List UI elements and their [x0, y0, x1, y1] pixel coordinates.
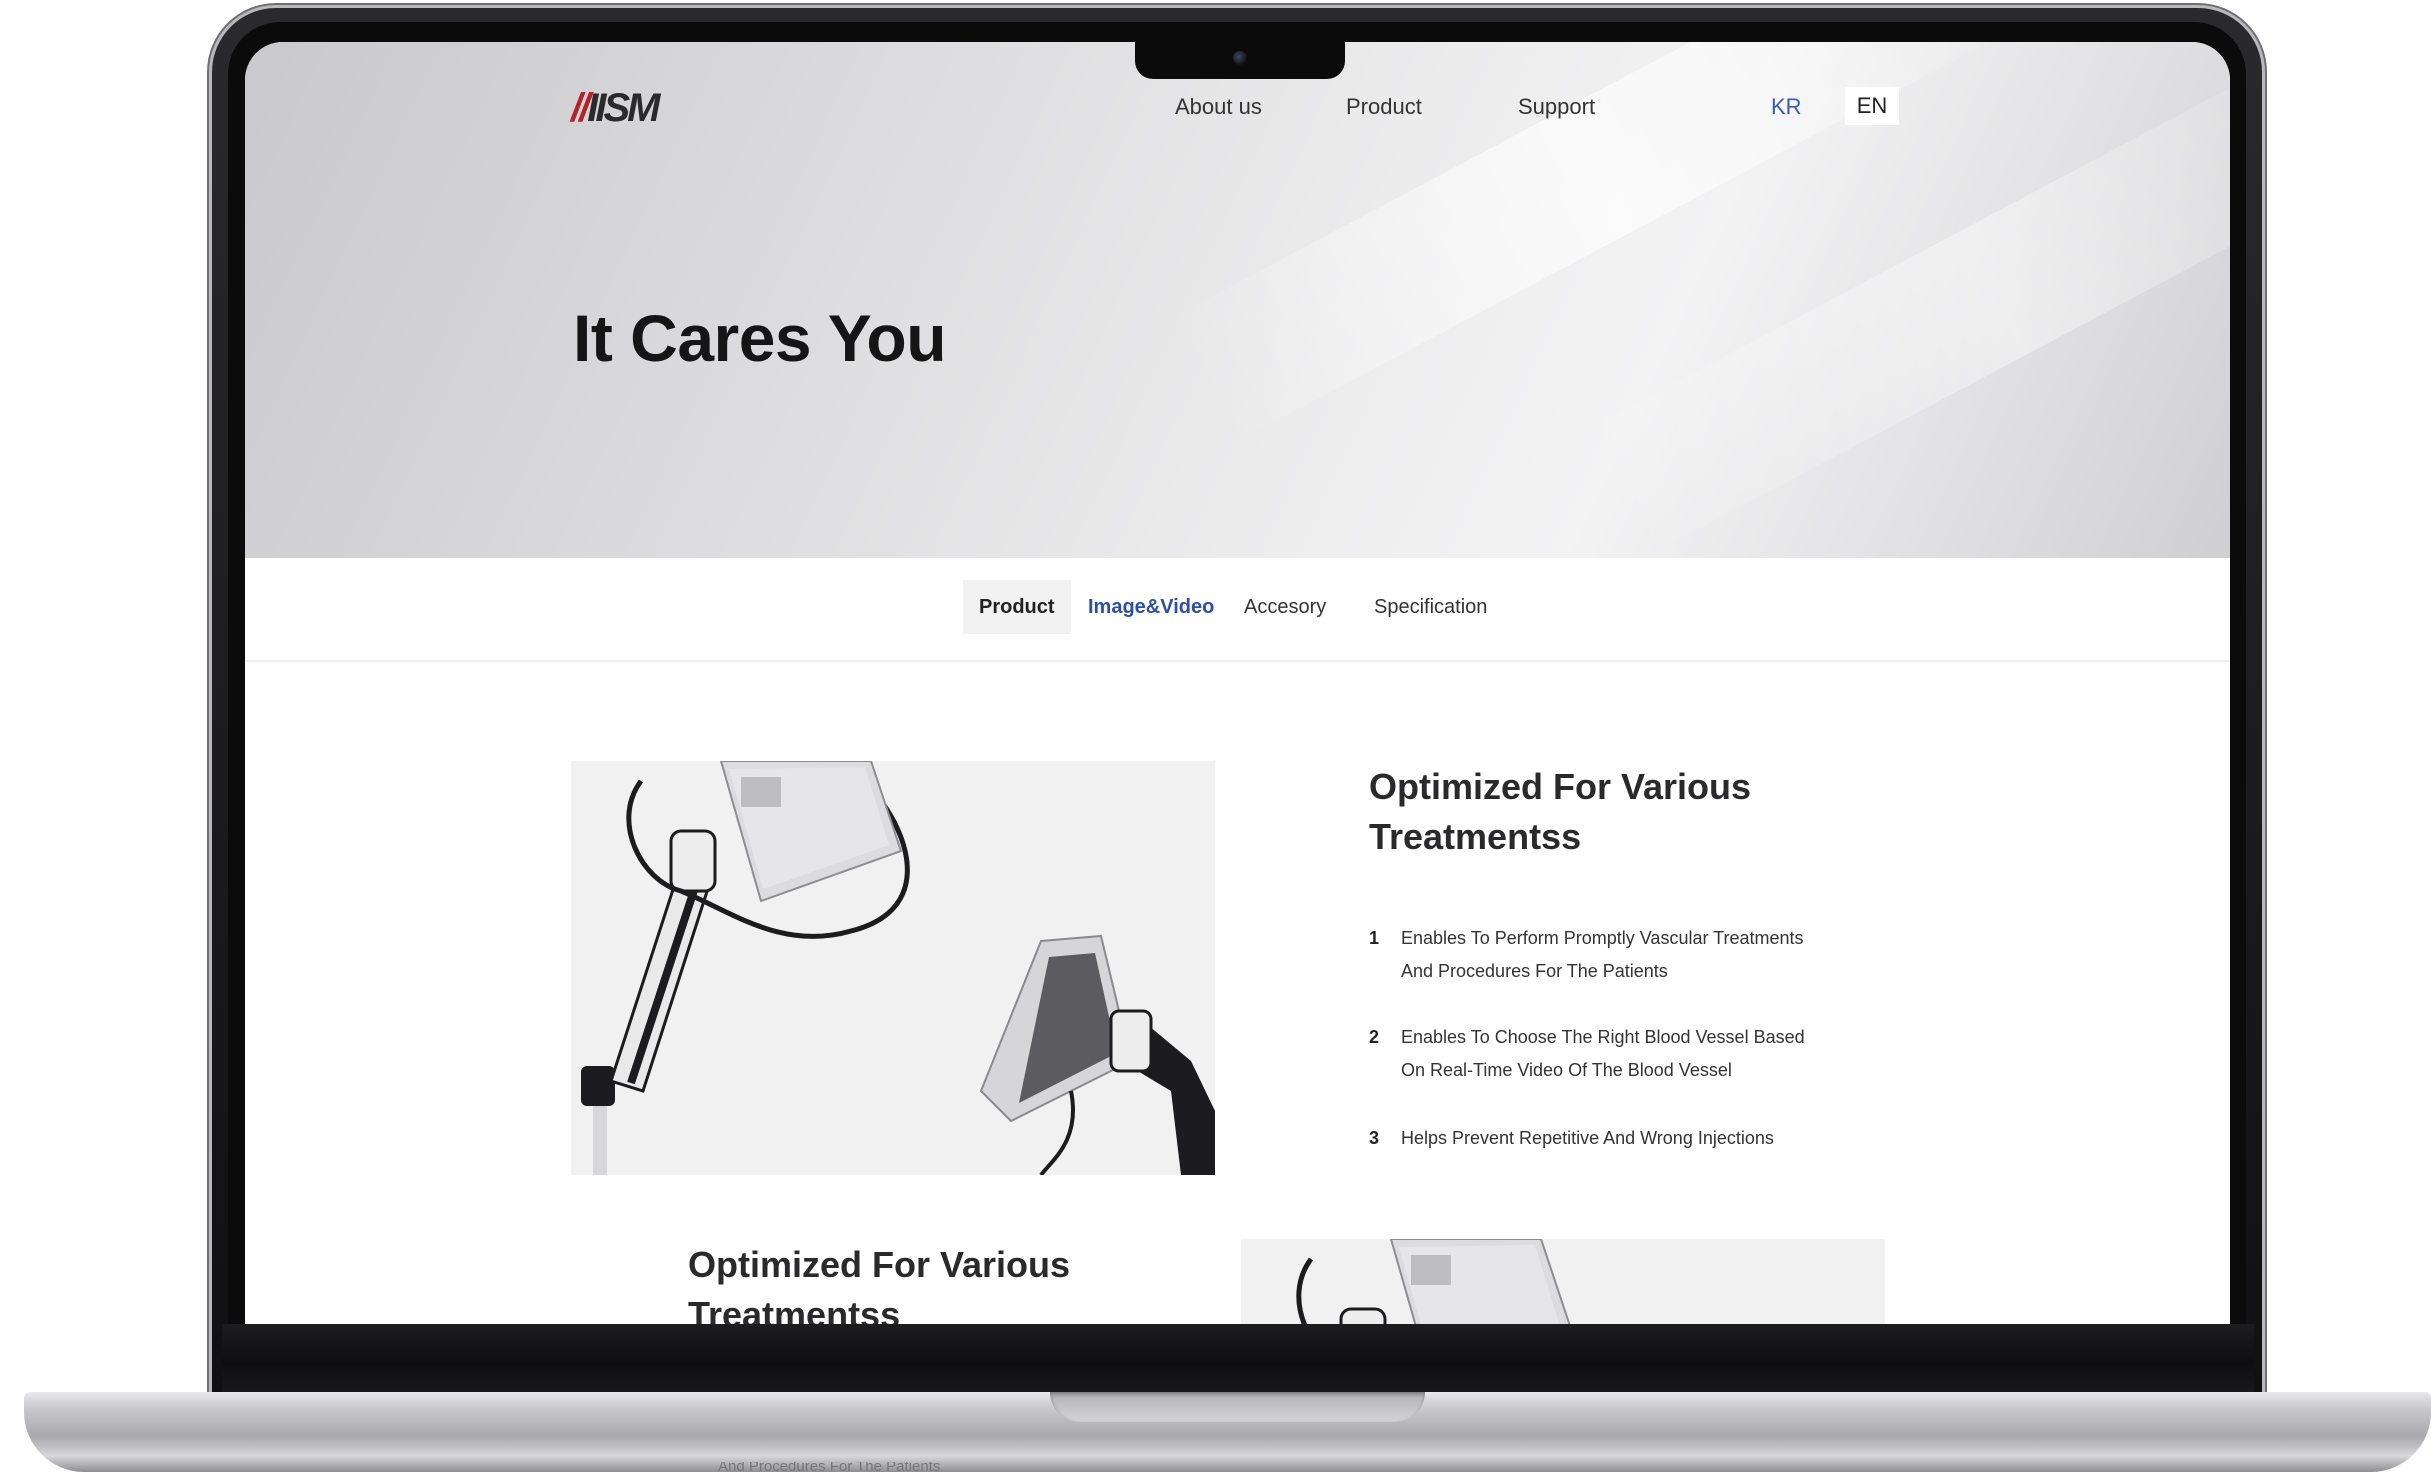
browser-screen: //IISM About us Product Support KR EN It…	[245, 42, 2230, 1324]
feature-number: 3	[1369, 1128, 1380, 1148]
feature-text-line2: On Real-Time Video Of The Blood Vessel	[1401, 1060, 1732, 1080]
feature-item: 2 Enables To Choose The Right Blood Vess…	[1369, 1021, 1889, 1087]
logo-text: IISM	[587, 86, 660, 130]
lang-en-button[interactable]: EN	[1845, 87, 1899, 125]
tab-product[interactable]: Product	[963, 580, 1071, 634]
device-illustration	[581, 761, 1215, 1175]
feature-text-line1: Enables To Perform Promptly Vascular Tre…	[1401, 928, 1804, 948]
feature-item: 1 Enables To Perform Promptly Vascular T…	[1369, 922, 1889, 988]
camera-icon	[1233, 51, 1247, 65]
section2-title: Optimized For Various Treatmentss	[688, 1240, 1208, 1324]
product-tab-bar: Product Image&Video Accesory Specificati…	[245, 558, 2230, 662]
product-image-device-2	[1241, 1239, 1885, 1324]
laptop-chin	[222, 1324, 2254, 1394]
tab-specification[interactable]: Specification	[1358, 580, 1503, 634]
site-logo[interactable]: //IISM	[571, 86, 660, 131]
nav-product[interactable]: Product	[1346, 94, 1422, 120]
section1-title-line1: Optimized For Various	[1369, 766, 1752, 807]
feature-text-line1: Helps Prevent Repetitive And Wrong Injec…	[1401, 1128, 1774, 1148]
feature-text-line2: And Procedures For The Patients	[1401, 961, 1668, 981]
nav-about-us[interactable]: About us	[1175, 94, 1262, 120]
feature-text-line1: Enables To Choose The Right Blood Vessel…	[1401, 1027, 1805, 1047]
device-illustration-2	[1296, 1239, 1571, 1324]
camera-notch	[1135, 42, 1345, 79]
tab-accesory[interactable]: Accesory	[1228, 580, 1342, 634]
product-image-device	[571, 761, 1215, 1175]
feature-number: 2	[1369, 1027, 1380, 1047]
logo-mark: //	[571, 86, 590, 130]
feature-number: 1	[1369, 928, 1380, 948]
reflected-text-line: And Procedures For The Patients	[718, 1462, 941, 1475]
section1-title-line2: Treatmentss	[1369, 816, 1582, 857]
reflected-text: And Procedures For The Patients	[600, 1462, 1900, 1484]
nav-support[interactable]: Support	[1518, 94, 1595, 120]
section2-title-line1: Optimized For Various	[688, 1244, 1071, 1285]
section1-title: Optimized For Various Treatmentss	[1369, 762, 1889, 862]
hero-title: It Cares You	[573, 301, 947, 375]
lang-kr-button[interactable]: KR	[1771, 94, 1802, 120]
feature-item: 3 Helps Prevent Repetitive And Wrong Inj…	[1369, 1122, 1889, 1155]
section2-title-line2: Treatmentss	[688, 1294, 901, 1324]
tab-image-video[interactable]: Image&Video	[1072, 580, 1230, 634]
laptop-base-notch	[1050, 1392, 1425, 1422]
hero-banner: //IISM About us Product Support KR EN It…	[245, 42, 2230, 558]
